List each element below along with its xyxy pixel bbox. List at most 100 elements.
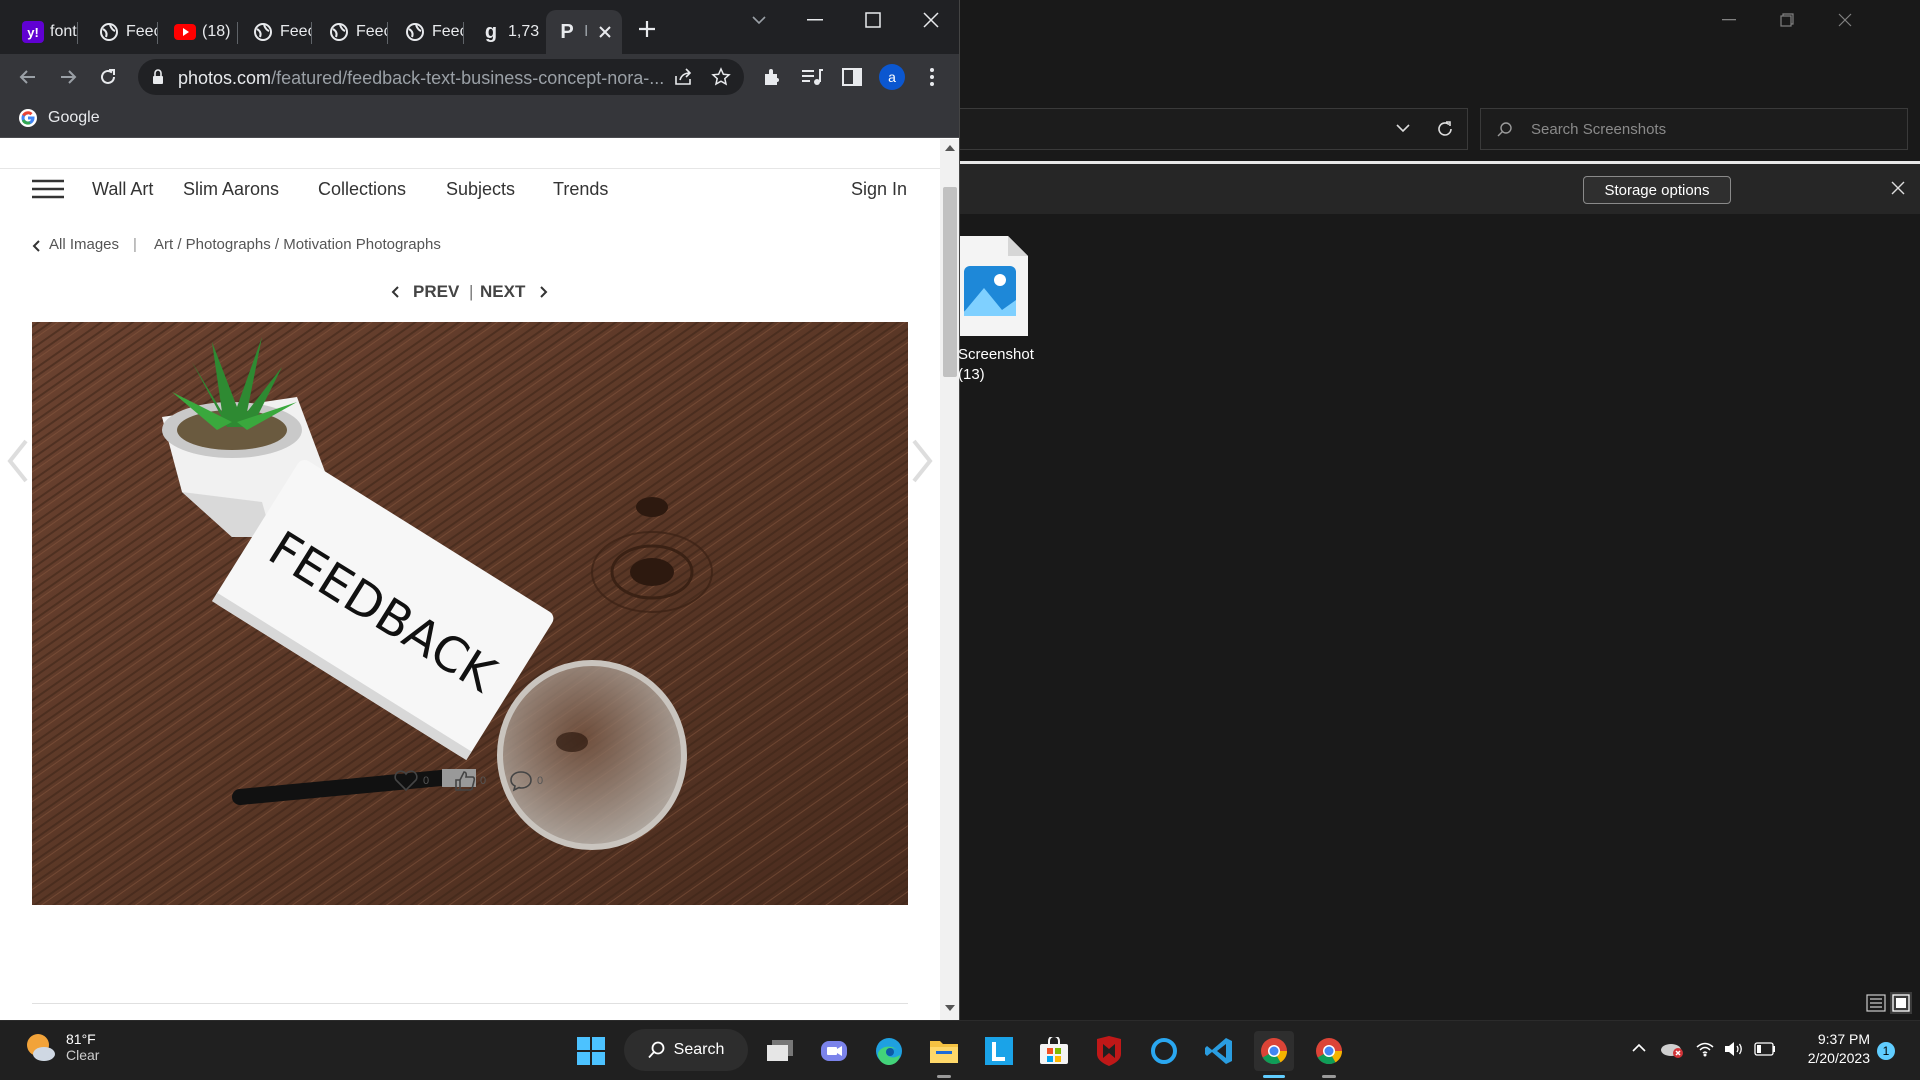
tab-feedback-4[interactable]: Feec <box>394 10 464 54</box>
vscode-icon[interactable] <box>1199 1031 1239 1071</box>
tab-label: Feec <box>280 23 312 40</box>
tab-feedback-3[interactable]: Feec <box>318 10 388 54</box>
file-item-screenshot[interactable]: Screenshot (13) <box>958 228 1060 388</box>
taskbar-search-label: Search <box>673 1041 725 1058</box>
reload-icon[interactable] <box>94 63 122 91</box>
file-explorer-taskbar-icon[interactable] <box>924 1031 964 1071</box>
cortana-icon[interactable] <box>1144 1031 1184 1071</box>
taskbar-search-button[interactable]: Search <box>624 1029 748 1071</box>
breadcrumb[interactable]: Art / Photographs / Motivation Photograp… <box>154 236 441 253</box>
side-panel-icon[interactable] <box>838 63 866 91</box>
microsoft-store-icon[interactable] <box>1034 1031 1074 1071</box>
tab-feedback-1[interactable]: Feec <box>88 10 158 54</box>
breadcrumb-separator: | <box>133 236 137 253</box>
onedrive-error-icon[interactable] <box>1660 1039 1684 1059</box>
scrollbar-thumb[interactable] <box>943 187 957 377</box>
hamburger-menu-icon[interactable] <box>32 179 64 199</box>
show-hidden-icons-chevron[interactable] <box>1632 1043 1646 1053</box>
browser-toolbar: photos.com/featured/feedback-text-busine… <box>0 54 959 100</box>
volume-icon[interactable] <box>1724 1041 1744 1057</box>
comment-bubble-icon <box>509 770 533 792</box>
windows-logo-icon <box>577 1037 605 1065</box>
explorer-refresh-icon[interactable] <box>1436 120 1454 138</box>
prev-link[interactable]: PREV <box>413 282 459 302</box>
like-count: 0 <box>423 775 430 787</box>
close-tab-icon[interactable] <box>596 23 614 41</box>
minimize-icon[interactable] <box>786 0 844 40</box>
next-link[interactable]: NEXT <box>480 282 525 302</box>
tab-label: Feec <box>432 23 464 40</box>
tab-active-photos[interactable]: P I <box>546 10 622 54</box>
extensions-icon[interactable] <box>758 63 786 91</box>
details-view-icon[interactable] <box>1866 994 1886 1012</box>
edge-icon[interactable] <box>869 1031 909 1071</box>
product-photo[interactable]: FEEDBACK <box>32 322 908 905</box>
nav-wall-art[interactable]: Wall Art <box>92 179 153 200</box>
nav-collections[interactable]: Collections <box>318 179 406 200</box>
nav-subjects[interactable]: Subjects <box>446 179 515 200</box>
thumbs-up-button[interactable]: 0 <box>454 770 486 792</box>
all-images-link[interactable]: All Images <box>49 236 119 253</box>
address-path-box[interactable] <box>960 108 1468 150</box>
forward-icon[interactable] <box>54 63 82 91</box>
gallery-next-arrow-icon[interactable] <box>910 439 934 483</box>
l-app-icon[interactable] <box>979 1031 1019 1071</box>
tab-label: Feec <box>126 23 158 40</box>
new-tab-icon[interactable] <box>636 18 658 40</box>
large-icons-view-icon[interactable] <box>1890 992 1912 1014</box>
tab-youtube[interactable]: (18) <box>164 10 238 54</box>
gallery-prev-arrow-icon[interactable] <box>6 439 30 483</box>
teams-chat-icon[interactable] <box>814 1031 854 1071</box>
profile-avatar[interactable]: a <box>878 63 906 91</box>
chrome-taskbar-icon[interactable] <box>1309 1031 1349 1071</box>
chrome-active-taskbar-icon[interactable] <box>1254 1031 1294 1071</box>
tab-label: Feec <box>356 23 388 40</box>
bookmark-star-icon[interactable] <box>711 67 731 87</box>
tab-g[interactable]: g 1,73 <box>470 10 540 54</box>
start-button[interactable] <box>571 1031 611 1071</box>
lock-icon <box>152 69 164 85</box>
web-page: Wall Art Slim Aarons Collections Subject… <box>0 139 940 1020</box>
tab-feedback-2[interactable]: Feec <box>242 10 312 54</box>
clock[interactable]: 9:37 PM 2/20/2023 <box>1790 1031 1870 1066</box>
media-control-icon[interactable] <box>798 63 826 91</box>
scroll-down-icon[interactable] <box>945 1005 955 1011</box>
nav-slim-aarons[interactable]: Slim Aarons <box>183 179 279 200</box>
mcafee-icon[interactable] <box>1089 1031 1129 1071</box>
scroll-up-icon[interactable] <box>945 145 955 151</box>
path-dropdown-icon[interactable] <box>1396 123 1410 133</box>
explorer-close-icon[interactable] <box>1816 0 1874 40</box>
tab-search-icon[interactable] <box>730 0 788 40</box>
comment-button[interactable]: 0 <box>509 770 543 792</box>
sign-in-link[interactable]: Sign In <box>851 179 907 200</box>
pager-separator: | <box>469 282 474 301</box>
nav-trends[interactable]: Trends <box>553 179 608 200</box>
globe-icon <box>328 21 350 43</box>
storage-options-button[interactable]: Storage options <box>1583 176 1731 204</box>
info-bar-close-icon[interactable] <box>1891 181 1905 195</box>
weather-widget[interactable]: 81°F Clear <box>24 1031 99 1063</box>
explorer-minimize-icon[interactable] <box>1700 0 1758 40</box>
maximize-icon[interactable] <box>844 0 902 40</box>
battery-icon[interactable] <box>1754 1042 1776 1056</box>
tab-label: font <box>50 23 77 40</box>
address-bar[interactable]: photos.com/featured/feedback-text-busine… <box>138 59 744 95</box>
next-chevron-icon <box>540 286 548 298</box>
tab-yahoo[interactable]: y! font <box>12 10 78 54</box>
notification-badge[interactable]: 1 <box>1877 1042 1895 1060</box>
google-icon <box>18 108 38 128</box>
explorer-restore-icon[interactable] <box>1758 0 1816 40</box>
share-icon[interactable] <box>674 68 694 86</box>
page-scrollbar[interactable] <box>940 139 959 1020</box>
wifi-icon[interactable] <box>1696 1041 1714 1057</box>
close-window-icon[interactable] <box>902 0 959 40</box>
back-icon[interactable] <box>14 63 42 91</box>
g-icon: g <box>484 20 498 43</box>
chevron-left-icon <box>32 240 40 252</box>
taskbar: 81°F Clear Search 9:37 PM 2/20/2023 1 <box>0 1020 1920 1080</box>
bookmark-google[interactable]: Google <box>18 108 100 128</box>
task-view-icon[interactable] <box>760 1031 800 1071</box>
like-button[interactable]: 0 <box>393 770 429 792</box>
search-screenshots-input[interactable]: Search Screenshots <box>1480 108 1908 150</box>
menu-kebab-icon[interactable] <box>918 63 946 91</box>
